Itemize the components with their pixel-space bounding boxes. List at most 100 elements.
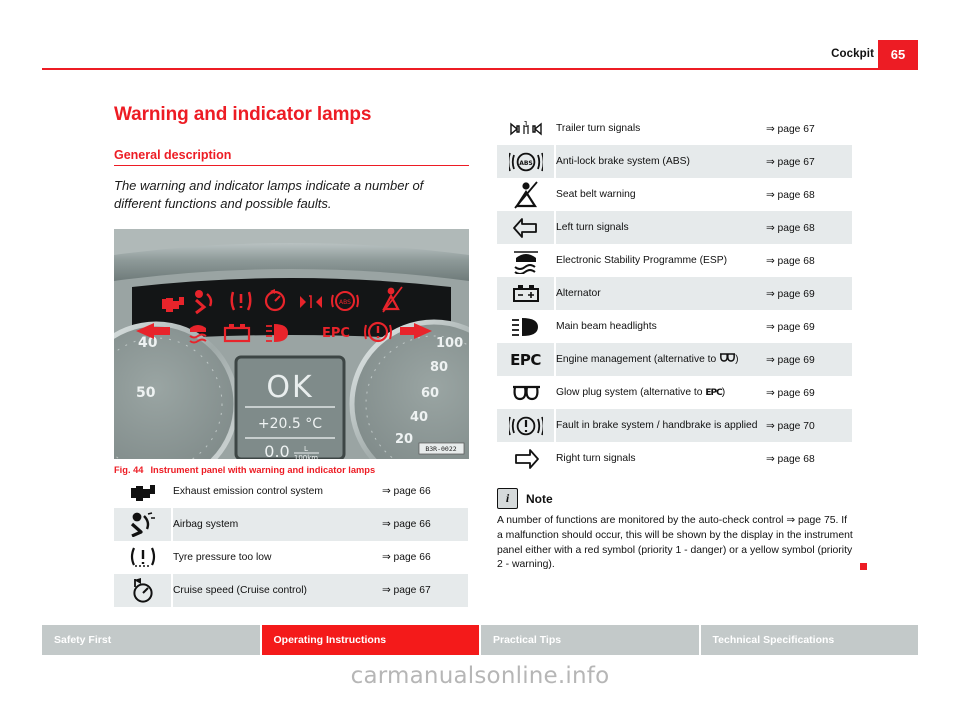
lamp-page-ref[interactable]: ⇒ page 69 [766, 277, 852, 310]
tyre-pressure-icon [114, 541, 171, 574]
lamp-icon-cell [114, 474, 173, 508]
lcd-consumption-unit-bottom: 100km [294, 454, 318, 459]
svg-text:ABS: ABS [519, 160, 533, 167]
lamp-page-ref[interactable]: ⇒ page 68 [766, 211, 852, 244]
figure-label: Fig. 44 [114, 464, 144, 475]
lamp-description: Fault in brake system / handbrake is app… [556, 419, 758, 431]
lamp-icon-cell [497, 244, 556, 277]
table-row: Glow plug system (alternative to EPC) ⇒ … [497, 376, 852, 409]
lamp-icon-cell [497, 178, 556, 211]
figure-caption: Fig. 44 Instrument panel with warning and… [114, 465, 469, 475]
lamp-page-ref[interactable]: ⇒ page 67 [766, 112, 852, 145]
lamp-description: Left turn signals [556, 221, 629, 233]
lamp-description: Cruise speed (Cruise control) [173, 584, 307, 596]
table-row: Seat belt warning ⇒ page 68 [497, 178, 852, 211]
lamp-icon-cell [114, 573, 173, 607]
section-end-marker [860, 563, 867, 571]
table-row: Left turn signals ⇒ page 68 [497, 211, 852, 244]
lamp-icon-cell: 1 [497, 112, 556, 145]
abs-icon: ABS [497, 145, 554, 178]
footer-tab-technical-specifications[interactable]: Technical Specifications [700, 625, 918, 655]
footer-tab-safety-first[interactable]: Safety First [42, 625, 262, 655]
lamp-icon-cell [497, 277, 556, 310]
table-row: ABS Anti-lock brake system (ABS) ⇒ page … [497, 145, 852, 178]
lamp-description: Exhaust emission control system [173, 485, 323, 497]
airbag-icon [114, 508, 171, 541]
figure-image-code: B3R-0022 [425, 445, 456, 453]
section-heading-general-description: General description [114, 148, 469, 166]
lamp-description: Alternator [556, 287, 601, 299]
lamp-icon-cell [114, 540, 173, 574]
lamp-page-ref[interactable]: ⇒ page 69 [766, 310, 852, 343]
epc-icon: EPC [497, 343, 554, 376]
lamp-page-ref[interactable]: ⇒ page 70 [766, 409, 852, 442]
table-row: EPC Engine management (alternative to ) … [497, 343, 852, 376]
engine-icon [114, 475, 171, 508]
table-row: Right turn signals ⇒ page 68 [497, 442, 852, 475]
lamp-description-post: ) [721, 386, 726, 398]
table-row: Cruise speed (Cruise control) ⇒ page 67 [114, 573, 468, 607]
gauge-tick-100: 100 [436, 336, 463, 351]
table-row: Alternator ⇒ page 69 [497, 277, 852, 310]
left-column: Warning and indicator lamps General desc… [114, 104, 469, 607]
lamp-page-ref[interactable]: ⇒ page 66 [382, 541, 468, 574]
right-column: 1 Trailer turn signals ⇒ page 67 ABS Ant… [497, 112, 867, 573]
intro-paragraph: The warning and indicator lamps indicate… [114, 178, 424, 212]
lamp-icon-cell [497, 442, 556, 475]
right-turn-signal-icon [497, 442, 554, 475]
gauge-tick-80: 80 [430, 360, 448, 375]
watermark: carmanualsonline.info [350, 663, 610, 689]
table-row: Tyre pressure too low ⇒ page 66 [114, 540, 468, 574]
note-body: A number of functions are monitored by t… [497, 514, 867, 573]
cruise-control-icon [114, 574, 171, 607]
epc-label: EPC [510, 350, 541, 369]
lamp-page-ref[interactable]: ⇒ page 68 [766, 442, 852, 475]
lamp-description: Right turn signals [556, 452, 636, 464]
lamp-description: Main beam headlights [556, 320, 657, 332]
svg-text:ABS: ABS [339, 299, 351, 306]
lamp-page-ref[interactable]: ⇒ page 66 [382, 508, 468, 541]
lamp-page-ref[interactable]: ⇒ page 68 [766, 178, 852, 211]
right-lamp-table: 1 Trailer turn signals ⇒ page 67 ABS Ant… [497, 112, 853, 475]
table-row: Fault in brake system / handbrake is app… [497, 409, 852, 442]
lamp-description: Anti-lock brake system (ABS) [556, 155, 690, 167]
header-divider-rule [42, 68, 918, 70]
lamp-description: Airbag system [173, 518, 239, 530]
table-row: Electronic Stability Programme (ESP) ⇒ p… [497, 244, 852, 277]
note-title: Note [526, 491, 553, 506]
lamp-icon-cell: EPC [497, 343, 556, 376]
lamp-page-ref[interactable]: ⇒ page 67 [766, 145, 852, 178]
lamp-description: Glow plug system (alternative to EPC) [555, 376, 766, 409]
lamp-page-ref[interactable]: ⇒ page 68 [766, 244, 852, 277]
figure-instrument-panel: 40 50 100 80 60 40 20 OK +20.5 °C 0.0 L … [114, 228, 469, 475]
page-number-badge: 65 [878, 40, 918, 69]
table-row: Exhaust emission control system ⇒ page 6… [114, 474, 468, 508]
main-beam-icon [497, 310, 554, 343]
glow-plug-icon [720, 353, 736, 363]
lamp-page-ref[interactable]: ⇒ page 69 [766, 343, 852, 376]
brake-fault-icon [497, 409, 554, 442]
lamp-page-ref[interactable]: ⇒ page 69 [766, 376, 852, 409]
trailer-turn-signal-icon: 1 [497, 112, 554, 145]
left-lamp-table: Exhaust emission control system ⇒ page 6… [114, 474, 469, 607]
lamp-page-ref[interactable]: ⇒ page 67 [382, 574, 468, 607]
lamp-icon-cell [497, 310, 556, 343]
instrument-panel-image: 40 50 100 80 60 40 20 OK +20.5 °C 0.0 L … [114, 228, 469, 459]
gauge-tick-20: 20 [395, 432, 413, 447]
lamp-icon-cell: ABS [497, 145, 556, 178]
table-row: Main beam headlights ⇒ page 69 [497, 310, 852, 343]
lamp-description: Seat belt warning [556, 188, 636, 200]
gauge-tick-40-right: 40 [410, 410, 428, 425]
footer-tab-operating-instructions[interactable]: Operating Instructions [261, 625, 481, 655]
header-chapter-title: Cockpit [831, 48, 874, 60]
lamp-description: Trailer turn signals [556, 122, 641, 134]
gauge-tick-40-left: 40 [138, 335, 158, 351]
seat-belt-icon [497, 178, 554, 211]
lamp-page-ref[interactable]: ⇒ page 66 [382, 475, 468, 508]
lamp-description-post: ) [735, 354, 739, 366]
info-icon: i [497, 488, 518, 509]
footer-tab-practical-tips[interactable]: Practical Tips [481, 625, 701, 655]
gauge-tick-50-left: 50 [136, 385, 156, 401]
note-block: i Note A number of functions are monitor… [497, 488, 867, 573]
figure-caption-text: Instrument panel with warning and indica… [150, 464, 376, 475]
